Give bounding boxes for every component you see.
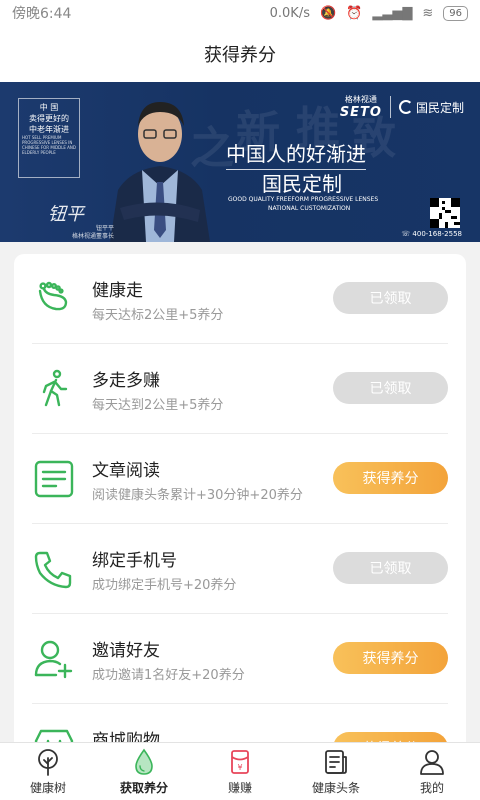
task-row-walk-more: 多走多赚 每天达到2公里+5养分 已领取	[14, 344, 466, 434]
signal-icon: ▂▃▅▇	[372, 5, 413, 21]
guomin-logo-icon	[398, 100, 413, 114]
promo-banner[interactable]: 之 新 推 致 中 国 卖得更好的 中老年渐进 HOT SELL PREMIUM…	[0, 82, 480, 242]
page-title: 获得养分	[0, 26, 480, 82]
bottom-tab-bar: 健康树 获取养分 ¥ 赚赚 健康头条 我的	[0, 742, 480, 800]
task-title: 文章阅读	[92, 461, 160, 481]
task-row-healthy-walk: 健康走 每天达标2公里+5养分 已领取	[14, 254, 466, 344]
banner-phone: ☏ 400-168-2558	[401, 230, 462, 238]
status-time: 傍晚6:44	[12, 6, 72, 22]
seto-logo: SETO	[339, 105, 382, 120]
walking-person-icon	[32, 367, 76, 411]
network-speed: 0.0K/s	[269, 5, 310, 21]
task-desc: 每天达到2公里+5养分	[92, 398, 224, 413]
tab-mine[interactable]: 我的	[384, 743, 480, 800]
svg-text:¥: ¥	[237, 763, 242, 772]
tab-health-tree[interactable]: 健康树	[0, 743, 96, 800]
claimed-button[interactable]: 已领取	[333, 372, 448, 404]
red-envelope-icon: ¥	[226, 748, 254, 776]
task-title: 多走多赚	[92, 371, 160, 391]
phone-icon	[32, 547, 76, 591]
tree-icon	[34, 748, 62, 776]
tab-earn[interactable]: ¥ 赚赚	[192, 743, 288, 800]
task-desc: 成功绑定手机号+20养分	[92, 578, 237, 593]
get-nutrient-button[interactable]: 获得养分	[333, 642, 448, 674]
tab-get-nutrients[interactable]: 获取养分	[96, 743, 192, 800]
signature: 钮平	[48, 204, 84, 225]
status-bar: 傍晚6:44 0.0K/s 🔕 ⏰ ▂▃▅▇ ≋ 96	[0, 0, 480, 26]
add-user-icon	[32, 637, 76, 681]
tab-health-news[interactable]: 健康头条	[288, 743, 384, 800]
task-row-article-reading: 文章阅读 阅读健康头条累计+30分钟+20养分 获得养分	[14, 434, 466, 524]
battery-icon: 96	[443, 5, 468, 21]
task-title: 绑定手机号	[92, 551, 177, 571]
banner-badge: 中 国 卖得更好的 中老年渐进 HOT SELL PREMIUM PROGRES…	[18, 98, 80, 178]
task-list: 健康走 每天达标2公里+5养分 已领取 多走多赚 每天达到2公里+5养分 已领取…	[14, 254, 466, 754]
task-title: 邀请好友	[92, 641, 160, 661]
alarm-icon: ⏰	[346, 5, 363, 21]
task-desc: 每天达标2公里+5养分	[92, 308, 224, 323]
task-title: 健康走	[92, 281, 143, 301]
news-icon	[322, 748, 350, 776]
droplet-icon	[130, 748, 158, 776]
profile-icon	[418, 748, 446, 776]
qr-code-icon	[430, 198, 460, 228]
document-icon	[32, 457, 76, 501]
wifi-icon: ≋	[422, 5, 434, 21]
claimed-button[interactable]: 已领取	[333, 552, 448, 584]
get-nutrient-button[interactable]: 获得养分	[333, 462, 448, 494]
banner-headline: 中国人的好渐进	[226, 138, 366, 170]
spokesperson-image	[100, 90, 220, 242]
banner-subheadline: 国民定制	[262, 172, 342, 196]
task-row-bind-phone: 绑定手机号 成功绑定手机号+20养分 已领取	[14, 524, 466, 614]
task-row-invite-friend: 邀请好友 成功邀请1名好友+20养分 获得养分	[14, 614, 466, 704]
brand-logos: 格林视通 SETO 国民定制	[339, 95, 464, 120]
footprint-icon	[32, 277, 76, 321]
task-desc: 成功邀请1名好友+20养分	[92, 668, 245, 683]
claimed-button[interactable]: 已领取	[333, 282, 448, 314]
task-desc: 阅读健康头条累计+30分钟+20养分	[92, 488, 303, 503]
mute-icon: 🔕	[319, 5, 337, 21]
